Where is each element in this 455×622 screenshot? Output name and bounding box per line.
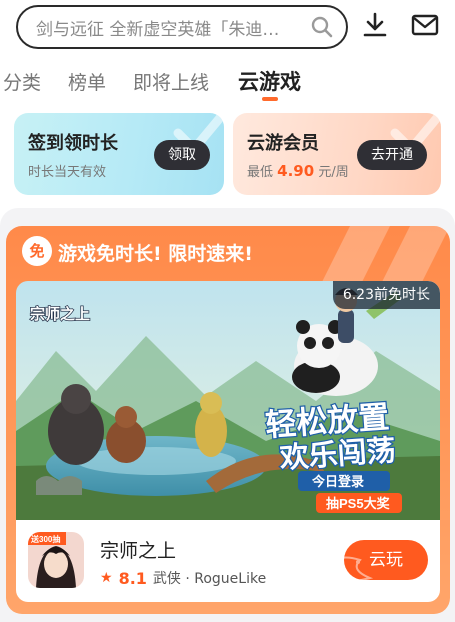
game-banner[interactable]: 轻松放置 欢乐闯荡 今日登录 抽PS5大奖 宗师之上 6.23前免时长	[16, 281, 440, 520]
tab-bar: 分类 榜单 即将上线 云游戏	[0, 64, 455, 104]
membership-price: 4.90	[277, 162, 315, 180]
stripe-decoration	[320, 226, 450, 286]
checkin-card[interactable]: 签到领时长 时长当天有效 领取	[14, 113, 224, 195]
tab-cloud-gaming[interactable]: 云游戏	[238, 66, 301, 96]
checkin-title: 签到领时长	[28, 133, 118, 154]
free-badge-icon: 免	[22, 236, 52, 266]
checkin-subtitle: 时长当天有效	[28, 165, 107, 180]
subscribe-button[interactable]: 去开通	[357, 140, 427, 170]
membership-price-line: 最低 4.90 元/周	[247, 162, 349, 180]
search-icon[interactable]	[310, 15, 334, 39]
search-bar[interactable]: 剑与远征 全新虚空英雄「朱迪…	[16, 5, 348, 49]
game-icon-art: 送300抽	[28, 532, 84, 588]
game-tags: 武侠 · RogueLike	[152, 571, 267, 587]
banner-ribbon-1: 今日登录	[311, 474, 364, 489]
membership-title: 云游会员	[247, 133, 319, 154]
banner-artwork: 轻松放置 欢乐闯荡 今日登录 抽PS5大奖 宗师之上	[16, 281, 440, 520]
game-icon[interactable]: 送300抽	[28, 532, 84, 588]
tab-upcoming[interactable]: 即将上线	[133, 68, 209, 95]
game-rating: 8.1	[118, 568, 147, 588]
tab-rankings[interactable]: 榜单	[68, 68, 106, 95]
download-icon[interactable]	[360, 10, 390, 40]
tab-category[interactable]: 分类	[3, 68, 41, 95]
game-icon-badge: 送300抽	[30, 534, 60, 544]
membership-card[interactable]: 云游会员 最低 4.90 元/周 去开通	[233, 113, 441, 195]
banner-logo-text: 宗师之上	[30, 305, 90, 323]
active-tab-indicator	[262, 97, 278, 101]
star-icon: ★	[100, 570, 113, 586]
search-placeholder[interactable]: 剑与远征 全新虚空英雄「朱迪…	[36, 15, 304, 40]
game-name[interactable]: 宗师之上	[100, 536, 176, 563]
top-bar: 剑与远征 全新虚空英雄「朱迪…	[0, 0, 455, 60]
deadline-badge: 6.23前免时长	[332, 281, 440, 309]
game-meta: ★ 8.1 武侠 · RogueLike	[100, 568, 266, 588]
banner-ribbon-2: 抽PS5大奖	[326, 496, 391, 511]
mail-icon[interactable]	[410, 10, 440, 40]
claim-button[interactable]: 领取	[154, 140, 210, 170]
watermark-bird-icon	[308, 556, 374, 584]
promo-title: 游戏免时长! 限时速来!	[58, 243, 253, 265]
